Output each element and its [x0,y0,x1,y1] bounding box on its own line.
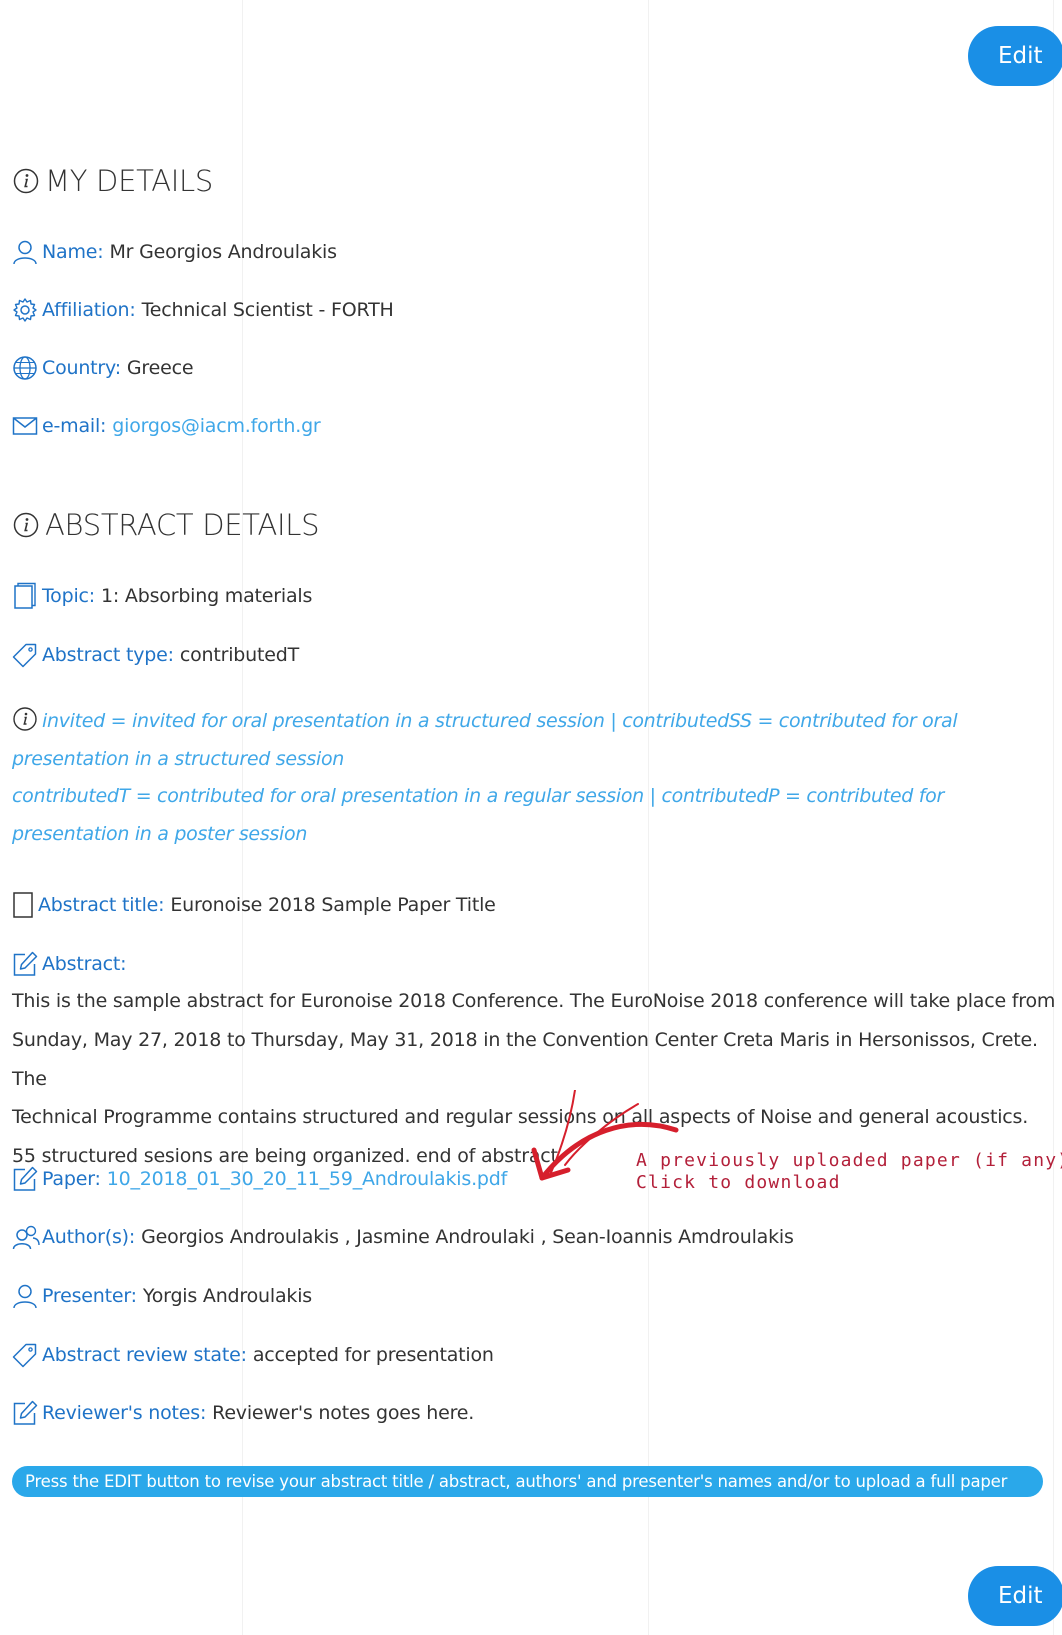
globe-icon [12,354,40,382]
presenter-label: Presenter: [42,1285,137,1307]
presenter-value: Yorgis Androulakis [142,1285,312,1307]
name-row: Name: Mr Georgios Androulakis [12,238,337,266]
edit-button-top[interactable]: Edit [968,26,1062,86]
name-label: Name: [42,241,104,263]
review-state-label: Abstract review state: [42,1344,247,1366]
info-icon [13,512,39,538]
abstract-type-value: contributedT [179,644,300,666]
edit-icon [12,1399,40,1427]
user-icon [12,238,40,266]
edit-button-bottom[interactable]: Edit [968,1566,1062,1626]
abstract-label: Abstract: [42,953,127,975]
paper-download-link[interactable]: 10_2018_01_30_20_11_59_Androulakis.pdf [107,1168,508,1190]
paper-row: Paper: 10_2018_01_30_20_11_59_Androulaki… [12,1165,507,1193]
edit-icon [12,1165,40,1193]
presenter-row: Presenter: Yorgis Androulakis [12,1282,312,1310]
reviewer-notes-value: Reviewer's notes goes here. [212,1402,475,1424]
email-link[interactable]: giorgos@iacm.forth.gr [112,415,320,437]
users-icon [12,1223,40,1251]
my-details-title: MY DETAILS [45,164,214,198]
book-icon [12,582,40,610]
authors-label: Author(s): [42,1226,136,1248]
abstract-type-legend-text: invited = invited for oral presentation … [12,710,958,845]
affiliation-value: Technical Scientist - FORTH [141,299,394,321]
review-state-value: accepted for presentation [252,1344,494,1366]
authors-value: Georgios Androulakis , Jasmine Androulak… [141,1226,794,1248]
tag-icon [12,1341,40,1369]
user-icon [12,1282,40,1310]
name-value: Mr Georgios Androulakis [109,241,337,263]
paper-label: Paper: [42,1168,101,1190]
country-row: Country: Greece [12,354,194,382]
abstract-row: Abstract: [12,950,132,978]
abstract-details-title: ABSTRACT DETAILS [45,508,320,542]
authors-row: Author(s): Georgios Androulakis , Jasmin… [12,1223,794,1251]
abstract-type-label: Abstract type: [42,644,174,666]
tag-icon [12,641,40,669]
abstract-title-value: Euronoise 2018 Sample Paper Title [170,894,496,916]
abstract-type-legend: invited = invited for oral presentation … [12,703,1012,853]
gear-icon [12,296,40,324]
review-state-row: Abstract review state: accepted for pres… [12,1341,494,1369]
topic-label: Topic: [42,585,95,607]
country-label: Country: [42,357,121,379]
abstract-title-row: Abstract title: Euronoise 2018 Sample Pa… [12,891,496,919]
reviewer-notes-row: Reviewer's notes: Reviewer's notes goes … [12,1399,474,1427]
abstract-type-row: Abstract type: contributedT [12,641,299,669]
reviewer-notes-label: Reviewer's notes: [42,1402,207,1424]
document-icon [12,891,36,919]
topic-value: 1: Absorbing materials [101,585,313,607]
affiliation-label: Affiliation: [42,299,136,321]
my-details-heading: MY DETAILS [12,164,213,198]
paper-annotation: A previously uploaded paper (if any). Cl… [636,1150,1062,1193]
info-icon [13,707,37,731]
envelope-icon [12,412,40,440]
email-row: e-mail: giorgos@iacm.forth.gr [12,412,321,440]
topic-row: Topic: 1: Absorbing materials [12,582,312,610]
country-value: Greece [126,357,194,379]
info-icon [13,168,39,194]
edit-icon [12,950,40,978]
email-label: e-mail: [42,415,107,437]
abstract-title-label: Abstract title: [38,894,165,916]
affiliation-row: Affiliation: Technical Scientist - FORTH [12,296,394,324]
edit-instructions-banner: Press the EDIT button to revise your abs… [12,1466,1043,1497]
abstract-details-heading: ABSTRACT DETAILS [12,508,320,542]
column-guide-right [1053,0,1054,1635]
